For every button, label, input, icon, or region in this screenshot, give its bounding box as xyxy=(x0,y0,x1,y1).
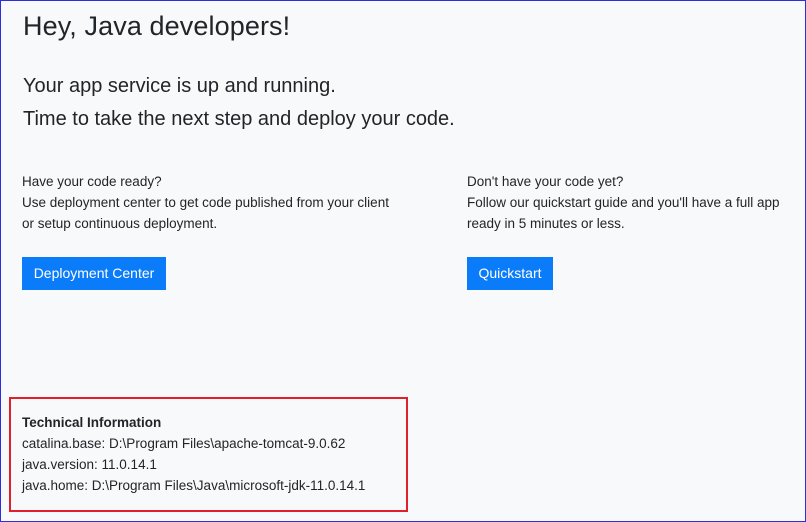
next-step-subtitle: Time to take the next step and deploy yo… xyxy=(23,108,455,130)
java-home-value: java.home: D:\Program Files\Java\microso… xyxy=(22,478,366,493)
page-title: Hey, Java developers! xyxy=(23,11,291,41)
deployment-description: Use deployment center to get code publis… xyxy=(22,195,389,231)
technical-information: Technical Information catalina.base: D:\… xyxy=(22,412,365,496)
java-version-value: java.version: 11.0.14.1 xyxy=(22,457,157,472)
app-service-landing-page: Hey, Java developers! Your app service i… xyxy=(0,0,806,522)
technical-info-heading: Technical Information xyxy=(22,415,162,430)
deployment-section: Have your code ready? Use deployment cen… xyxy=(22,171,402,234)
quickstart-section: Don't have your code yet? Follow our qui… xyxy=(467,171,787,234)
deployment-center-button[interactable]: Deployment Center xyxy=(22,257,166,290)
quickstart-description: Follow our quickstart guide and you'll h… xyxy=(467,195,780,231)
deployment-question: Have your code ready? xyxy=(22,174,162,189)
status-subtitle: Your app service is up and running. xyxy=(23,75,336,97)
catalina-base-value: catalina.base: D:\Program Files\apache-t… xyxy=(22,436,346,451)
quickstart-button[interactable]: Quickstart xyxy=(467,257,553,290)
quickstart-question: Don't have your code yet? xyxy=(467,174,624,189)
